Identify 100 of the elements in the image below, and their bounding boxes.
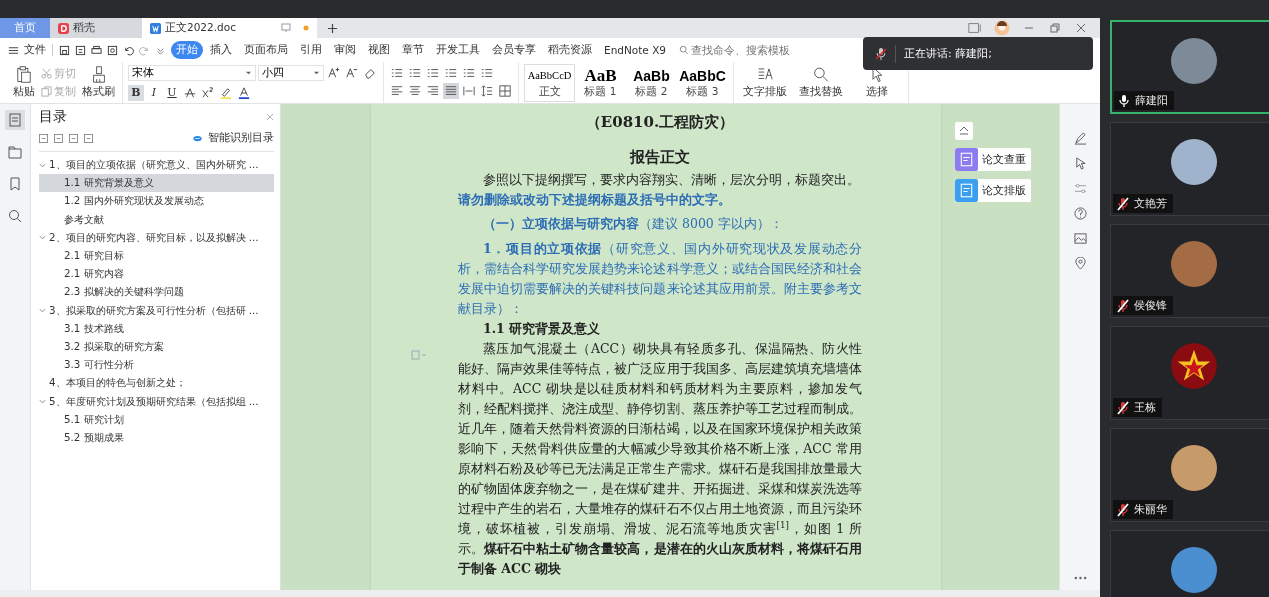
outline-item[interactable]: 1、项目的立项依据（研究意义、国内外研究 ...	[39, 156, 274, 175]
superscript-icon[interactable]	[202, 86, 214, 99]
format-toggle-button[interactable]: B	[128, 84, 144, 101]
outline-item[interactable]: 2.1 研究目标	[39, 246, 274, 266]
help-icon[interactable]	[1073, 207, 1087, 220]
outline-item[interactable]: 3.2 拟采取的研究方案	[39, 337, 274, 357]
outline-item[interactable]: 2、项目的研究内容、研究目标，以及拟解决 ...	[39, 228, 274, 247]
eraser-icon[interactable]	[364, 66, 376, 79]
outline-item[interactable]: 5.1 研究计划	[39, 410, 274, 429]
outline-item[interactable]: 3.1 技术路线	[39, 319, 274, 338]
save-icon[interactable]	[59, 44, 70, 56]
list-icon[interactable]	[463, 66, 475, 79]
ribbon-tab[interactable]: 开发工具	[431, 41, 485, 59]
preview-icon[interactable]	[107, 44, 118, 56]
participant-name: 薛建阳	[1135, 93, 1168, 108]
format-painter-button[interactable]: 格式刷	[80, 66, 117, 99]
outline-level-icon[interactable]	[84, 133, 93, 143]
location-pin-icon[interactable]	[1073, 257, 1087, 270]
ribbon-tab[interactable]: 视图	[363, 41, 395, 59]
style-preset-button[interactable]: AaBb 标题 2	[626, 63, 677, 102]
paper-tool-button[interactable]: 论文查重	[955, 148, 1031, 171]
outline-item[interactable]: 5.2 预期成果	[39, 428, 274, 447]
outline-item[interactable]: 2.1 研究内容	[39, 265, 274, 284]
shrink-font-icon[interactable]	[346, 66, 358, 79]
style-preset-button[interactable]: AaBbCcD 正文	[524, 63, 575, 102]
font-color-icon[interactable]	[238, 86, 250, 99]
outline-item[interactable]: 1.1 研究背景及意义	[39, 174, 274, 193]
list-icon[interactable]	[391, 66, 403, 79]
participant-tile[interactable]: 王栋	[1110, 326, 1269, 420]
smart-icon	[193, 133, 202, 143]
participant-tile[interactable]: 薛建阳	[1110, 20, 1269, 114]
cursor-icon[interactable]	[1073, 157, 1087, 170]
file-menu[interactable]: 文件	[24, 43, 46, 57]
ribbon-tab[interactable]: 页面布局	[239, 41, 293, 59]
ribbon-tab[interactable]: 审阅	[329, 41, 361, 59]
format-toggle-button[interactable]: I	[146, 84, 162, 101]
window-count-icon[interactable]	[968, 22, 982, 34]
ribbon-tab[interactable]: 插入	[205, 41, 237, 59]
close-icon[interactable]	[1074, 22, 1088, 34]
format-toggle-button[interactable]: U	[164, 84, 180, 101]
grow-font-icon[interactable]	[328, 66, 340, 79]
command-search-field[interactable]: 查找命令、搜索模板	[679, 43, 814, 57]
list-icon[interactable]	[481, 66, 493, 79]
list-icon[interactable]	[427, 66, 439, 79]
strikethrough-icon[interactable]	[184, 86, 196, 99]
highlighter-icon[interactable]	[220, 86, 232, 99]
paragraph-handle-icon[interactable]	[411, 350, 427, 360]
outline-level-icon[interactable]	[54, 133, 63, 143]
tool-button[interactable]: 文字排版	[739, 66, 791, 99]
print-icon[interactable]	[91, 44, 102, 56]
outline-item[interactable]: 3、拟采取的研究方案及可行性分析（包括研 ...	[39, 301, 274, 320]
outline-item[interactable]: 3.3 可行性分析	[39, 356, 274, 375]
user-avatar-icon[interactable]	[994, 20, 1010, 36]
ribbon-tab[interactable]: 稻壳资源	[543, 41, 597, 59]
outline-item[interactable]: 4、本项目的特色与创新之处；	[39, 374, 274, 393]
paste-button[interactable]: 粘贴	[11, 66, 37, 99]
ribbon-tab[interactable]: 会员专享	[487, 41, 541, 59]
pen-icon[interactable]	[1073, 132, 1087, 145]
avatar-photo-placeholder	[1171, 547, 1217, 593]
caret-icon	[245, 69, 252, 76]
ribbon-tab[interactable]: EndNote X9	[599, 42, 672, 58]
document-tab[interactable]: 稻壳	[50, 18, 142, 38]
collapse-icon[interactable]	[955, 122, 973, 140]
undo-icon[interactable]	[123, 44, 134, 56]
smart-outline-link[interactable]: 智能识别目录	[208, 131, 274, 145]
participant-tile[interactable]: 文艳芳	[1110, 122, 1269, 216]
borders-icon[interactable]	[499, 84, 511, 97]
outline-item[interactable]: 1.2 国内外研究现状及发展动态	[39, 192, 274, 211]
document-tab[interactable]: 正文2022.doc	[142, 18, 317, 38]
new-tab-icon[interactable]	[327, 22, 338, 34]
menu-icon[interactable]	[8, 44, 19, 56]
ribbon-tab[interactable]: 开始	[171, 41, 203, 59]
outline-item[interactable]: 5、年度研究计划及预期研究结果（包括拟组 ...	[39, 392, 274, 411]
outline-item[interactable]: 2.3 拟解决的关键科学问题	[39, 283, 274, 302]
participant-tile[interactable]: 侯俊锋	[1110, 224, 1269, 318]
search-icon	[679, 45, 690, 55]
copy-icon	[41, 86, 52, 97]
tool-button[interactable]: 查找替换	[795, 66, 847, 99]
more-icon[interactable]	[1073, 576, 1087, 580]
document-text: 报告正文	[628, 147, 691, 168]
paper-tool-button[interactable]: 论文排版	[955, 179, 1031, 202]
ribbon-tab[interactable]: 章节	[397, 41, 429, 59]
outline-level-icon[interactable]	[69, 133, 78, 143]
outline-item[interactable]: 参考文献	[39, 210, 274, 229]
slider-settings-icon[interactable]	[1073, 182, 1087, 195]
style-preset-button[interactable]: AaBbC 标题 3	[677, 63, 728, 102]
ribbon-tab[interactable]: 引用	[295, 41, 327, 59]
alignment-button[interactable]	[443, 82, 459, 99]
font-size-dropdown[interactable]: 小四	[258, 64, 324, 81]
style-preset-button[interactable]: AaB 标题 1	[575, 63, 626, 102]
restore-icon[interactable]	[1048, 22, 1062, 34]
participant-tile[interactable]: 朱丽华	[1110, 428, 1269, 522]
list-icon[interactable]	[409, 66, 421, 79]
list-icon[interactable]	[445, 66, 457, 79]
image-icon[interactable]	[1073, 232, 1087, 245]
line-spacing-icon[interactable]	[481, 84, 493, 97]
outline-level-icon[interactable]	[39, 133, 48, 143]
export-icon[interactable]	[75, 44, 86, 56]
font-name-dropdown[interactable]: 宋体	[128, 64, 256, 81]
chevron-icon	[39, 161, 46, 169]
